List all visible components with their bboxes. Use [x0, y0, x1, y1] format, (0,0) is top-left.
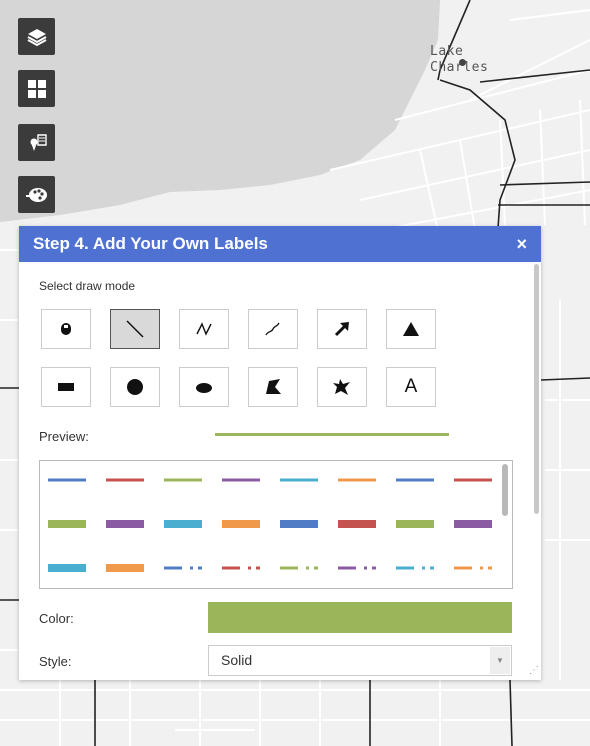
freehand-polygon-icon — [333, 379, 350, 395]
line-icon — [126, 320, 144, 338]
polyline-icon — [196, 322, 212, 336]
line-swatch[interactable] — [106, 478, 144, 482]
style-select-value: Solid — [221, 652, 253, 668]
line-swatch[interactable] — [396, 520, 434, 528]
draw-button[interactable] — [18, 176, 55, 213]
place-marker — [459, 59, 466, 66]
line-swatch[interactable] — [454, 520, 492, 528]
draw-mode-label: Select draw mode — [39, 279, 136, 293]
palette-icon — [25, 187, 47, 202]
resize-grip-icon[interactable]: ⋰ — [529, 665, 539, 676]
line-swatch[interactable] — [338, 478, 376, 482]
place-label-line1: Lake — [430, 44, 464, 59]
color-picker[interactable] — [208, 602, 512, 633]
style-select[interactable]: Solid ▼ — [208, 645, 512, 676]
draw-mode-arrow-button[interactable] — [317, 309, 367, 349]
line-swatch[interactable] — [106, 520, 144, 528]
panel-title: Step 4. Add Your Own Labels — [33, 234, 268, 253]
line-swatch[interactable] — [280, 478, 318, 482]
rectangle-icon — [58, 383, 74, 391]
panel-header: Step 4. Add Your Own Labels × — [19, 226, 541, 262]
draw-mode-line-button[interactable] — [110, 309, 160, 349]
line-swatch[interactable] — [164, 566, 202, 570]
line-swatch[interactable] — [396, 478, 434, 482]
line-swatch[interactable] — [106, 564, 144, 572]
arrow-icon — [334, 322, 349, 337]
draw-mode-polyline-button[interactable] — [179, 309, 229, 349]
line-swatch[interactable] — [164, 520, 202, 528]
point-icon — [61, 323, 71, 335]
text-mode-icon: A — [404, 376, 418, 397]
style-label: Style: — [39, 654, 72, 669]
swatch-grid — [48, 478, 492, 572]
ellipse-icon — [196, 383, 212, 393]
line-swatch[interactable] — [164, 478, 202, 482]
legend-button[interactable] — [18, 124, 55, 161]
line-swatch[interactable] — [280, 520, 318, 528]
chevron-down-icon[interactable]: ▼ — [490, 647, 510, 674]
preview-label: Preview: — [39, 429, 89, 444]
line-swatch[interactable] — [454, 478, 492, 482]
line-swatch[interactable] — [48, 564, 86, 572]
panel-scrollbar[interactable] — [534, 264, 539, 514]
layers-button[interactable] — [18, 18, 55, 55]
draw-mode-triangle-button[interactable] — [386, 309, 436, 349]
grid-icon — [27, 79, 46, 98]
circle-icon — [127, 379, 143, 395]
draw-panel: Step 4. Add Your Own Labels × Select dra… — [19, 226, 541, 680]
line-swatch[interactable] — [48, 478, 86, 482]
line-swatch[interactable] — [338, 566, 376, 570]
line-style-swatches[interactable] — [39, 460, 513, 589]
layers-icon — [27, 28, 46, 46]
draw-mode-point-button[interactable] — [41, 309, 91, 349]
line-swatch[interactable] — [222, 520, 260, 528]
color-label: Color: — [39, 611, 74, 626]
basemap-gallery-button[interactable] — [18, 70, 55, 107]
line-swatch[interactable] — [396, 566, 434, 570]
draw-mode-circle-button[interactable] — [110, 367, 160, 407]
swatch-scrollbar[interactable] — [502, 464, 508, 516]
draw-mode-rectangle-button[interactable] — [41, 367, 91, 407]
freehand-line-icon — [265, 322, 280, 336]
map-pin-icon — [30, 133, 47, 151]
line-swatch[interactable] — [338, 520, 376, 528]
draw-mode-polygon-button[interactable] — [248, 367, 298, 407]
draw-mode-ellipse-button[interactable] — [179, 367, 229, 407]
line-swatch[interactable] — [48, 520, 86, 528]
triangle-icon — [403, 322, 419, 336]
preview-line — [215, 433, 449, 436]
line-swatch[interactable] — [280, 566, 318, 570]
polygon-icon — [266, 379, 281, 394]
draw-mode-freehand-polyline-button[interactable] — [248, 309, 298, 349]
draw-mode-text-button[interactable]: A — [386, 367, 436, 407]
line-swatch[interactable] — [454, 566, 492, 570]
line-swatch[interactable] — [222, 566, 260, 570]
draw-mode-freehand-polygon-button[interactable] — [317, 367, 367, 407]
line-swatch[interactable] — [222, 478, 260, 482]
close-icon[interactable]: × — [516, 234, 527, 255]
